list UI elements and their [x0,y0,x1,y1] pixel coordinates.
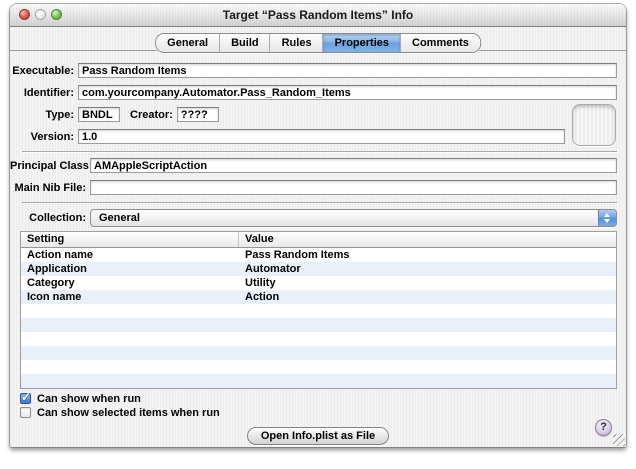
tab-build[interactable]: Build [220,34,271,52]
window-controls [19,9,62,20]
properties-table-body: Action namePass Random ItemsApplicationA… [21,248,616,388]
icon-well[interactable] [572,104,616,146]
tab-row: GeneralBuildRulesPropertiesComments [10,27,626,53]
table-row[interactable] [21,318,616,332]
version-field[interactable] [78,129,565,144]
table-row[interactable]: ApplicationAutomator [21,262,616,276]
checkbox-label: Can show selected items when run [37,407,220,419]
table-row[interactable] [21,374,616,388]
type-field[interactable] [78,107,120,122]
checkbox-box[interactable] [20,393,31,404]
creator-field[interactable] [177,107,219,122]
can-show-selected-items-row[interactable]: Can show selected items when run [20,406,626,419]
identifier-row: Identifier: [10,85,617,100]
close-button-icon[interactable] [19,9,30,20]
collection-popup-value: General [99,212,140,224]
collection-popup[interactable]: General [90,209,617,227]
principal-class-label: Principal Class: [10,160,86,172]
collection-label: Collection: [10,212,86,224]
window-title: Target “Pass Random Items” Info [223,8,413,22]
column-header-value[interactable]: Value [239,232,280,247]
footer: Open Info.plist as File [10,427,626,447]
table-row[interactable] [21,304,616,318]
table-row[interactable]: CategoryUtility [21,276,616,290]
collection-row: Collection: General [10,209,617,227]
tab-bar: GeneralBuildRulesPropertiesComments [155,33,481,53]
type-creator-row: Type: Creator: [10,107,617,122]
properties-table: Setting Value Action namePass Random Ite… [20,231,617,389]
creator-label: Creator: [130,109,173,121]
table-row[interactable] [21,360,616,374]
separator [22,202,617,203]
executable-label: Executable: [10,65,74,77]
checkbox-area: Can show when run Can show selected item… [20,392,626,419]
main-nib-label: Main Nib File: [10,182,86,194]
bundle-settings-form: Executable: Identifier: Type: Creator: V… [10,63,626,144]
principal-class-field[interactable] [90,158,617,173]
executable-row: Executable: [10,63,617,78]
table-row[interactable] [21,332,616,346]
version-row: Version: [10,129,617,144]
tab-comments[interactable]: Comments [401,34,480,52]
tab-properties[interactable]: Properties [324,34,401,52]
executable-field[interactable] [78,63,617,78]
checkbox-box[interactable] [20,407,31,418]
minimize-button-icon[interactable] [35,9,46,20]
main-nib-row: Main Nib File: [10,180,617,195]
resize-grip-icon[interactable] [613,434,625,446]
open-plist-button[interactable]: Open Info.plist as File [247,427,389,445]
separator [22,151,617,152]
identifier-field[interactable] [78,85,617,100]
title-bar[interactable]: Target “Pass Random Items” Info [10,4,626,27]
column-header-setting[interactable]: Setting [21,232,239,247]
identifier-label: Identifier: [10,87,74,99]
can-show-when-run-row[interactable]: Can show when run [20,392,626,405]
table-row[interactable]: Action namePass Random Items [21,248,616,262]
version-label: Version: [10,131,74,143]
checkbox-label: Can show when run [37,393,141,405]
popup-stepper-icon [598,210,616,226]
principal-class-row: Principal Class: [10,158,617,173]
table-row[interactable] [21,346,616,360]
tab-rules[interactable]: Rules [271,34,324,52]
help-button[interactable]: ? [595,419,612,436]
properties-table-header: Setting Value [21,232,616,248]
type-label: Type: [10,109,74,121]
table-row[interactable]: Icon nameAction [21,290,616,304]
main-nib-field[interactable] [90,180,617,195]
zoom-button-icon[interactable] [51,9,62,20]
target-info-window: Target “Pass Random Items” Info GeneralB… [10,4,626,447]
tab-general[interactable]: General [156,34,220,52]
